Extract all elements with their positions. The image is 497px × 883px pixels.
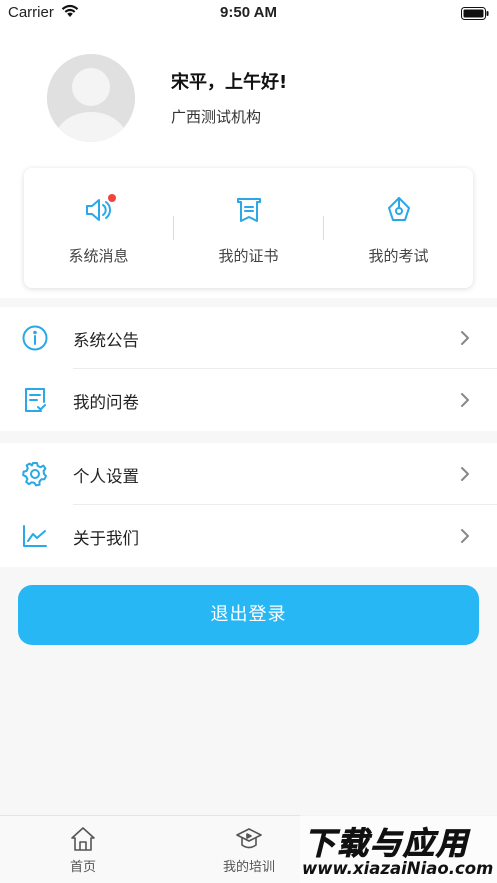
menu-item-about-us[interactable]: 关于我们 <box>0 505 497 567</box>
chevron-right-icon <box>460 391 470 409</box>
pen-nib-icon <box>383 194 415 226</box>
watermark: 下载与应用 www.xiazaiNiao.com <box>300 815 497 883</box>
info-circle-icon <box>22 325 48 351</box>
menu-item-announcements[interactable]: 系统公告 <box>0 307 497 369</box>
menu-item-label: 我的问卷 <box>73 393 139 412</box>
watermark-url: www.xiazaiNiao.com <box>302 859 494 878</box>
quick-action-label: 我的证书 <box>218 247 279 265</box>
clock: 9:50 AM <box>220 4 277 21</box>
line-chart-icon <box>22 523 48 549</box>
avatar[interactable] <box>47 54 135 142</box>
quick-action-exams[interactable]: 我的考试 <box>324 168 473 288</box>
quick-action-messages[interactable]: 系统消息 <box>24 168 173 288</box>
menu-item-questionnaires[interactable]: 我的问卷 <box>0 369 497 431</box>
quick-actions-card: 系统消息 我的证书 我的考试 <box>24 168 473 288</box>
profile-screen: Carrier 9:50 AM 宋平，上午好! 广西测试机构 系统消息 我的证书… <box>0 0 497 883</box>
quick-action-label: 系统消息 <box>68 247 129 265</box>
tab-label: 首页 <box>69 860 96 875</box>
chevron-right-icon <box>460 329 470 347</box>
home-icon <box>70 826 96 852</box>
gear-icon <box>22 461 48 487</box>
quick-action-certificates[interactable]: 我的证书 <box>174 168 323 288</box>
menu-item-label: 系统公告 <box>73 331 139 350</box>
menu-item-label: 个人设置 <box>73 467 139 486</box>
menu-item-label: 关于我们 <box>73 529 139 548</box>
menu-group-general: 系统公告 我的问卷 <box>0 307 497 431</box>
watermark-title: 下载与应用 <box>304 826 469 863</box>
greeting-text: 宋平，上午好! <box>171 72 288 93</box>
chevron-right-icon <box>460 527 470 545</box>
profile-header: 宋平，上午好! 广西测试机构 系统消息 我的证书 我的考试 <box>0 26 497 298</box>
quick-action-label: 我的考试 <box>368 247 429 265</box>
questionnaire-icon <box>22 387 48 413</box>
status-bar: Carrier 9:50 AM <box>0 0 497 26</box>
unread-badge <box>108 194 116 202</box>
tab-home[interactable]: 首页 <box>0 816 166 883</box>
chevron-right-icon <box>460 465 470 483</box>
graduation-cap-icon <box>236 826 262 852</box>
logout-button[interactable]: 退出登录 <box>18 585 479 645</box>
organization-name: 广西测试机构 <box>171 108 262 126</box>
certificate-icon <box>233 194 265 226</box>
battery-icon <box>461 6 489 24</box>
user-silhouette-icon <box>47 54 135 142</box>
menu-group-settings: 个人设置 关于我们 <box>0 443 497 567</box>
menu-item-personal-settings[interactable]: 个人设置 <box>0 443 497 505</box>
